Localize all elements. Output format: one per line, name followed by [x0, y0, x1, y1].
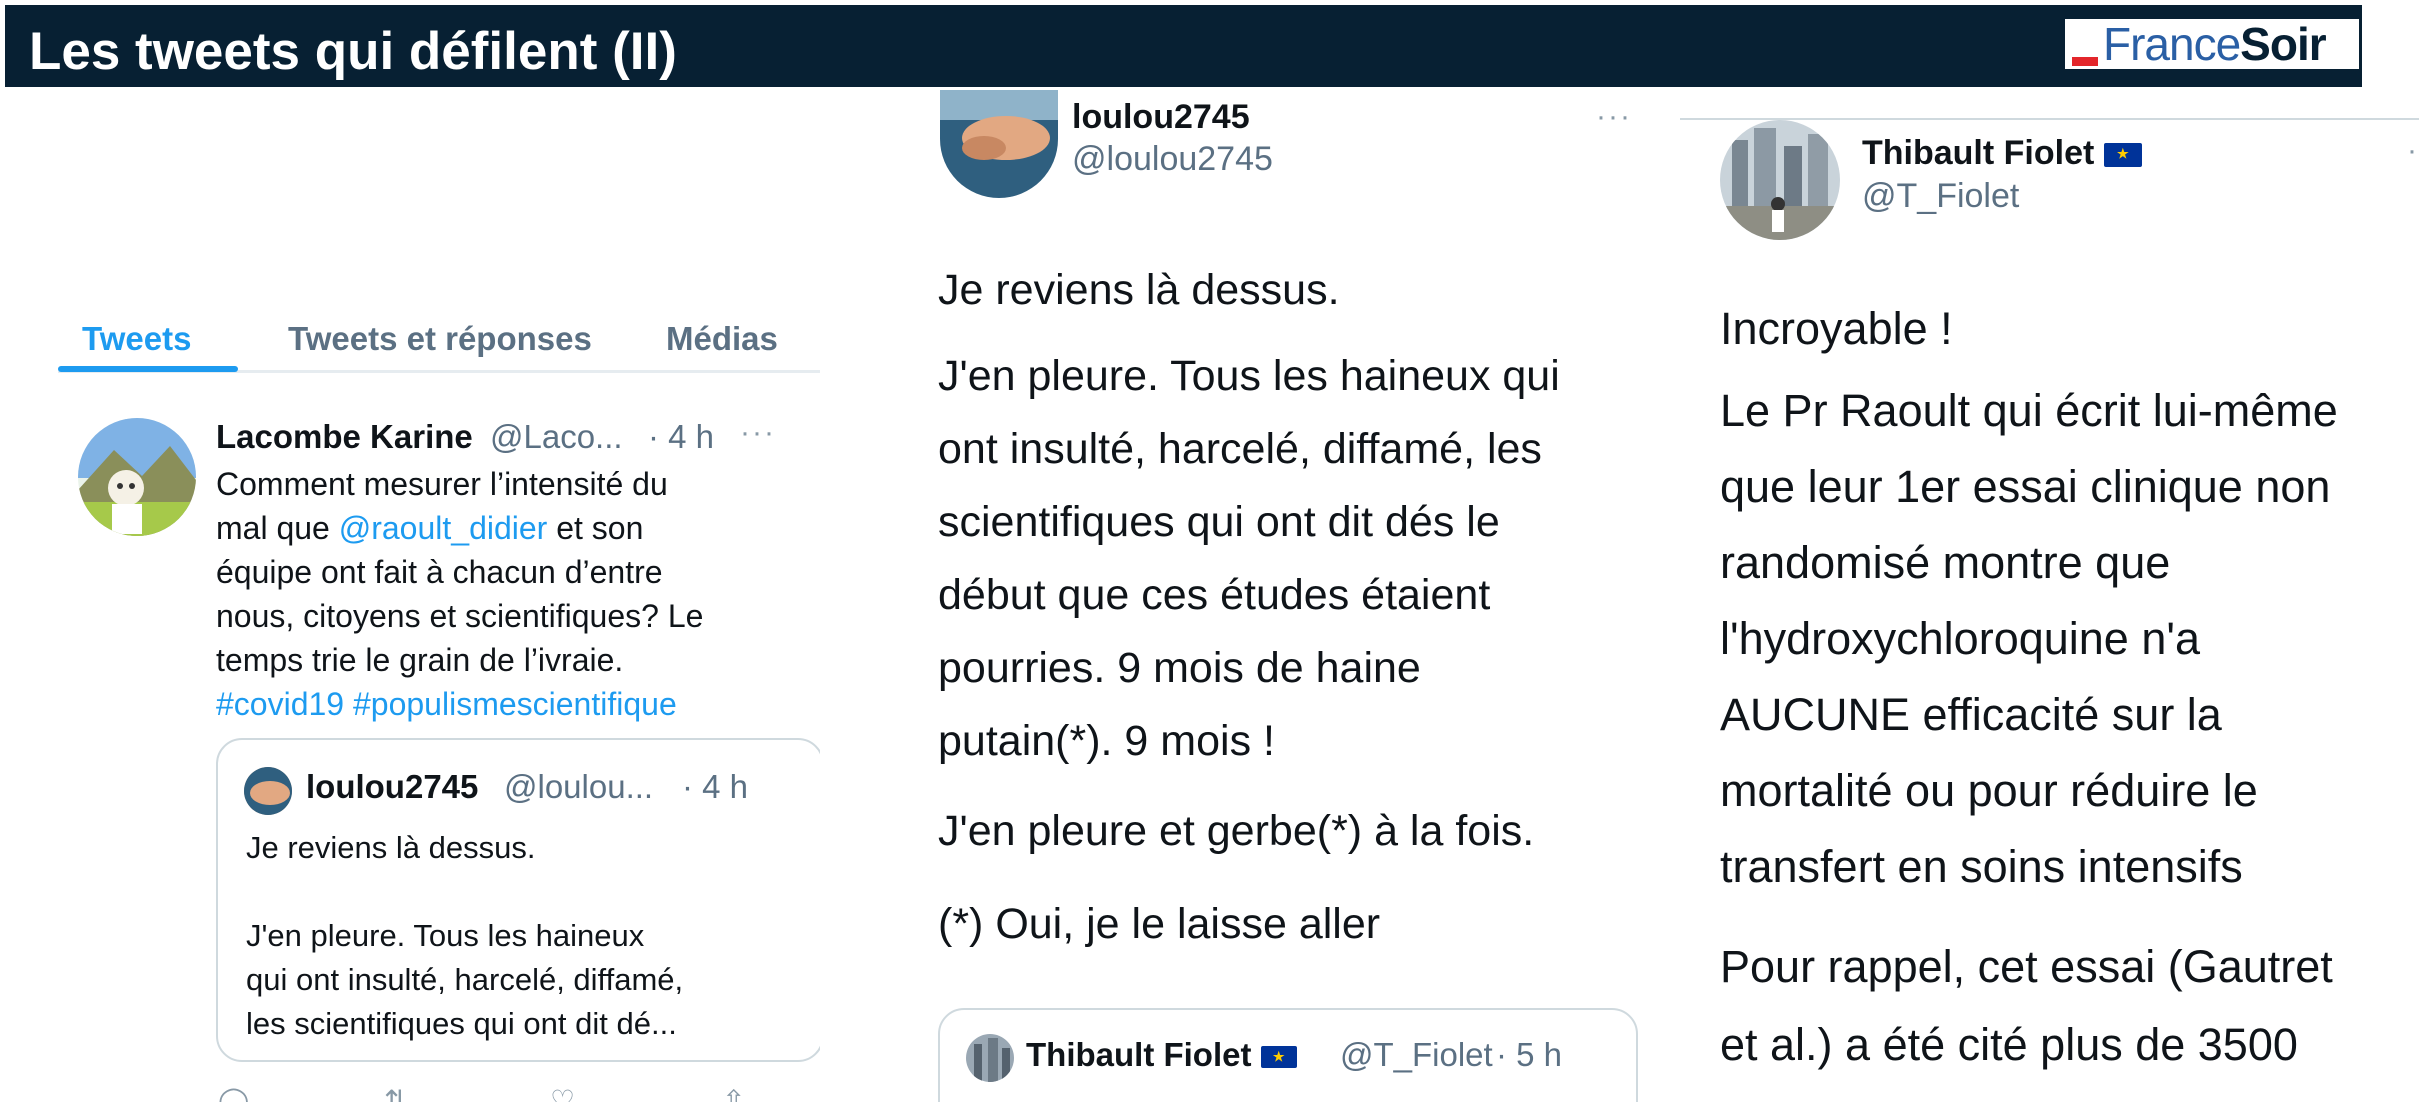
more-icon[interactable]: ·	[2407, 134, 2419, 168]
divider	[1680, 118, 2419, 120]
avatar[interactable]	[1720, 120, 1840, 240]
tab-tweets-replies[interactable]: Tweets et réponses	[288, 320, 592, 358]
tweet-time: · 4 h	[648, 418, 715, 455]
share-icon[interactable]: ⇧	[722, 1084, 745, 1102]
tweet-paragraph-2: Le Pr Raoult qui écrit lui-même que leur…	[1720, 385, 2338, 892]
more-icon[interactable]: ···	[740, 416, 776, 450]
tweet-paragraph-3: J'en pleure et gerbe(*) à la fois.	[938, 807, 1535, 855]
middle-screenshot: loulou2745 @loulou2745 ··· Je reviens là…	[928, 90, 1668, 1102]
quote-author-handle: @loulou...	[504, 768, 654, 805]
tweet-text: Comment mesurer l’intensité du mal que @…	[216, 466, 704, 722]
quote-avatar	[966, 1034, 1014, 1082]
quoted-tweet[interactable]: loulou2745 @loulou... · 4 h Je reviens l…	[216, 738, 820, 1062]
slide-banner: Les tweets qui défilent (II) FranceSoir	[5, 5, 2362, 87]
quote-text: J'en pleure. Tous les haineux qui ont in…	[246, 918, 684, 1041]
quote-text: Je reviens là dessus.	[246, 830, 536, 865]
francesoir-logo: FranceSoir	[2065, 19, 2359, 69]
quoted-tweet[interactable]: Thibault Fiolet @T_Fiolet · 5 h	[938, 1008, 1638, 1102]
tweet-paragraph-4: (*) Oui, je le laisse aller	[938, 900, 1381, 948]
quote-avatar	[244, 767, 292, 815]
avatar[interactable]	[940, 90, 1058, 198]
tab-tweets[interactable]: Tweets	[82, 320, 191, 358]
tab-medias[interactable]: Médias	[666, 320, 778, 358]
quote-time: · 5 h	[1496, 1036, 1563, 1073]
quote-author-name: loulou2745	[306, 768, 479, 805]
tweet-paragraph-3: Pour rappel, cet essai (Gautret et al.) …	[1720, 941, 2333, 1070]
tweet-author-name[interactable]: Lacombe Karine	[216, 418, 473, 456]
eu-flag-icon	[2103, 143, 2142, 168]
tweet-author-handle[interactable]: @Laco...	[490, 418, 623, 456]
avatar-image	[940, 90, 1058, 198]
profile-tabs: Tweets Tweets et réponses Médias	[58, 308, 820, 373]
mention-link[interactable]: @raoult_didier	[339, 510, 548, 546]
avatar[interactable]	[78, 418, 196, 536]
tweet-paragraph-1: Incroyable !	[1720, 303, 1953, 354]
logo-text: FranceSoir	[2103, 18, 2327, 70]
slide-title: Les tweets qui défilent (II)	[29, 22, 677, 81]
tweet-paragraph-2: J'en pleure. Tous les haineux qui ont in…	[938, 352, 1560, 765]
tweet-author-name[interactable]: loulou2745	[1072, 98, 1250, 137]
avatar-image	[78, 418, 196, 536]
reply-icon[interactable]: ◯	[218, 1084, 249, 1102]
active-tab-indicator	[58, 366, 238, 372]
quote-author-name: Thibault Fiolet	[1026, 1036, 1297, 1074]
logo-red-bar	[2072, 57, 2098, 66]
tweet-author-handle[interactable]: @loulou2745	[1072, 140, 1273, 179]
quote-author-handle: @T_Fiolet	[1340, 1036, 1493, 1073]
more-icon[interactable]: ···	[1596, 100, 1632, 134]
eu-flag-icon	[1260, 1046, 1297, 1069]
retweet-icon[interactable]: ⇅	[384, 1084, 407, 1102]
hashtag-links[interactable]: #covid19 #populismescientifique	[216, 686, 677, 722]
tweet-paragraph-1: Je reviens là dessus.	[938, 266, 1340, 314]
avatar-image	[1720, 120, 1840, 240]
right-screenshot: Thibault Fiolet @T_Fiolet · Incroyable !…	[1675, 90, 2419, 1102]
left-screenshot: Tweets Tweets et réponses Médias Lacombe…	[40, 90, 820, 1102]
quote-time: · 4 h	[682, 768, 749, 805]
tweet-author-name[interactable]: Thibault Fiolet	[1862, 134, 2142, 173]
tweet-author-handle[interactable]: @T_Fiolet	[1862, 177, 2019, 216]
like-icon[interactable]: ♡	[550, 1084, 575, 1102]
